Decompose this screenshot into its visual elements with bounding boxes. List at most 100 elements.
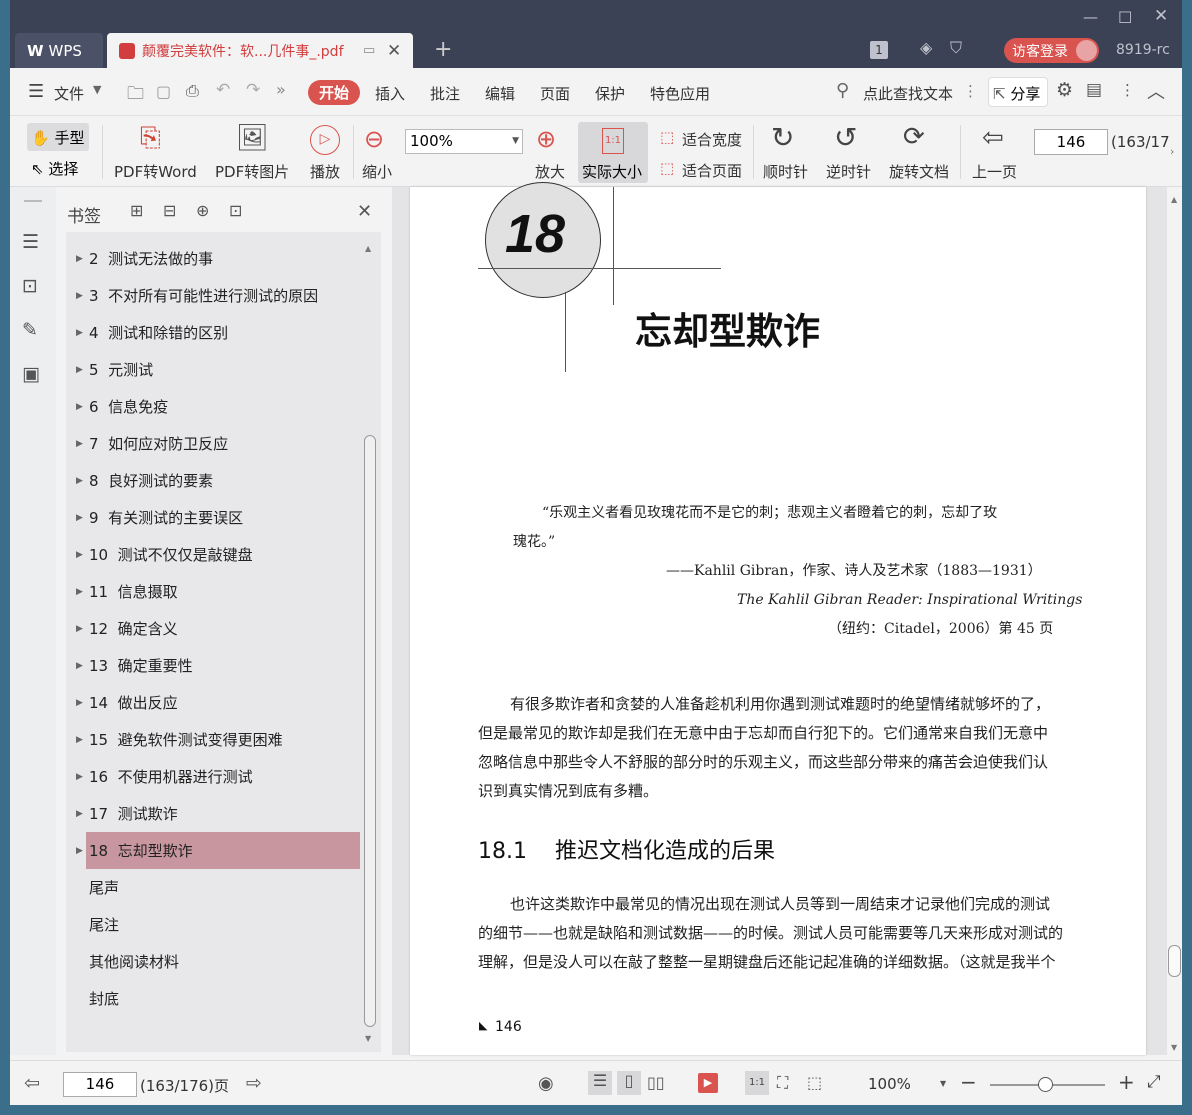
bookmark-item[interactable]: ▶ 13 确定重要性	[66, 647, 360, 684]
bookmark-item[interactable]: ▶ 6 信息免疫	[66, 388, 360, 425]
new-tab-icon[interactable]: +	[434, 37, 452, 62]
redo-icon[interactable]: ↷	[246, 80, 260, 100]
menu-insert[interactable]: 插入	[375, 83, 405, 104]
share-button[interactable]: ⇱ 分享	[988, 77, 1048, 107]
vertical-dots-icon[interactable]: ⋮	[963, 82, 978, 100]
expand-arrow-icon[interactable]: ▶	[76, 661, 83, 671]
expand-arrow-icon[interactable]: ▶	[76, 365, 83, 375]
zoom-out-button[interactable]: 缩小	[362, 161, 392, 182]
rotate-clockwise-button[interactable]: 顺时针	[763, 161, 808, 182]
login-button[interactable]: 访客登录	[1004, 38, 1099, 63]
pdf-to-image-button[interactable]: PDF转图片	[215, 161, 289, 182]
window-count-badge[interactable]: 1	[870, 41, 888, 59]
bookmark-item[interactable]: ▶ 2 测试无法做的事	[66, 240, 360, 277]
scroll-thumb[interactable]	[364, 435, 376, 1027]
bookmark-item[interactable]: ▶ 7 如何应对防卫反应	[66, 425, 360, 462]
bookmark-item[interactable]: ▶ 10 测试不仅仅是敲键盘	[66, 536, 360, 573]
menu-file[interactable]: 文件	[54, 83, 84, 104]
menu-start[interactable]: 开始	[308, 80, 361, 105]
bookmark-item[interactable]: ▶ 5 元测试	[66, 351, 360, 388]
save-icon[interactable]: ▢	[156, 82, 171, 101]
menu-edit[interactable]: 编辑	[485, 83, 515, 104]
expand-arrow-icon[interactable]: ▶	[76, 772, 83, 782]
select-tool-button[interactable]: ⇖ 选择	[31, 158, 78, 179]
expand-arrow-icon[interactable]: ▶	[76, 254, 83, 264]
expand-arrow-icon[interactable]: ▶	[76, 698, 83, 708]
expand-arrow-icon[interactable]: ▶	[76, 846, 83, 856]
actual-size-button[interactable]: 1:1 实际大小	[578, 122, 648, 183]
bookmark-item[interactable]: ▶ 12 确定含义	[66, 610, 360, 647]
bookmark-item[interactable]: ▶ 4 测试和除错的区别	[66, 314, 360, 351]
maximize-icon[interactable]: ☐	[1118, 8, 1132, 27]
bookmark-item[interactable]: ▶ 17 测试欺诈	[66, 795, 360, 832]
search-icon[interactable]: ⚲	[836, 80, 849, 101]
continuous-view-icon[interactable]: ☰	[588, 1071, 612, 1095]
minimize-icon[interactable]: —	[1083, 8, 1098, 26]
scroll-up-icon[interactable]: ▲	[1171, 195, 1177, 204]
expand-arrow-icon[interactable]: ▶	[76, 624, 83, 634]
expand-arrow-icon[interactable]: ▶	[76, 439, 83, 449]
expand-arrow-icon[interactable]: ▶	[76, 291, 83, 301]
bookmark-item[interactable]: ▶ 16 不使用机器进行测试	[66, 758, 360, 795]
menu-special[interactable]: 特色应用	[650, 83, 710, 104]
tab-wps[interactable]: W WPS	[15, 33, 103, 68]
hamburger-icon[interactable]: ☰	[28, 81, 44, 102]
bookmark-options-icon[interactable]: ⊡	[229, 201, 242, 220]
bookmark-item[interactable]: ▶ 11 信息摄取	[66, 573, 360, 610]
zoom-plus-icon[interactable]: +	[1118, 1070, 1135, 1094]
menu-annotate[interactable]: 批注	[430, 83, 460, 104]
expand-arrow-icon[interactable]: ▶	[76, 550, 83, 560]
document-viewport[interactable]: 18 忘却型欺诈 “乐观主义者看见玫瑰花而不是它的刺；悲观主义者瞪着它的刺，忘却…	[392, 182, 1167, 1055]
prev-page-arrow-icon[interactable]: ⇦	[24, 1072, 40, 1094]
thumbnail-icon[interactable]: ⊡	[22, 275, 38, 297]
rotate-document-button[interactable]: 旋转文档	[889, 161, 949, 182]
zoom-minus-icon[interactable]: −	[960, 1070, 977, 1094]
bookmark-item[interactable]: ▶ 18 忘却型欺诈	[76, 832, 360, 869]
expand-arrow-icon[interactable]: ▶	[76, 328, 83, 338]
actual-size-status-icon[interactable]: 1:1	[745, 1071, 769, 1095]
next-page-arrow-icon[interactable]: ⇨	[246, 1072, 262, 1094]
toolbar-scroll-right-icon[interactable]: ›	[1170, 145, 1174, 158]
expand-arrow-icon[interactable]: ▶	[76, 809, 83, 819]
fit-page-status-icon[interactable]: ⛶	[777, 1073, 788, 1093]
scroll-down-icon[interactable]: ▼	[1171, 1043, 1177, 1052]
skin-icon[interactable]: ◈	[920, 38, 932, 57]
bookmark-list-icon[interactable]: ☰	[22, 231, 39, 253]
document-scrollbar[interactable]: ▲ ▼	[1167, 187, 1182, 1055]
undo-icon[interactable]: ↶	[216, 80, 230, 100]
annotation-icon[interactable]: ✎	[22, 319, 38, 341]
expand-arrow-icon[interactable]: ▶	[76, 587, 83, 597]
search-text-button[interactable]: 点此查找文本	[863, 83, 953, 104]
eye-icon[interactable]: ◉	[538, 1073, 554, 1094]
settings-gear-icon[interactable]: ⚙	[1056, 79, 1073, 101]
previous-page-button[interactable]: 上一页	[972, 161, 1017, 182]
zoom-in-button[interactable]: 放大	[535, 161, 565, 182]
bookmark-item[interactable]: ▶ 14 做出反应	[66, 684, 360, 721]
rotate-counterclockwise-button[interactable]: 逆时针	[826, 161, 871, 182]
bookmark-item[interactable]: ▶ 15 避免软件测试变得更困难	[66, 721, 360, 758]
bookmark-item[interactable]: ▶ 8 良好测试的要素	[66, 462, 360, 499]
zoom-select[interactable]: 100% ▼	[405, 129, 523, 154]
zoom-slider[interactable]	[990, 1077, 1105, 1092]
expand-arrow-icon[interactable]: ▶	[76, 476, 83, 486]
status-page-input[interactable]: 146	[63, 1072, 137, 1097]
hand-tool-button[interactable]: ✋ 手型	[27, 123, 89, 151]
shirt-icon[interactable]: ⛉	[950, 38, 962, 58]
scroll-up-icon[interactable]: ▲	[365, 244, 371, 253]
bookmark-item[interactable]: 尾注	[66, 906, 360, 943]
scroll-thumb[interactable]	[1168, 945, 1181, 977]
play-button[interactable]: 播放	[310, 161, 340, 182]
bookmark-item[interactable]: 其他阅读材料	[66, 943, 360, 980]
fit-width-button[interactable]: 适合宽度	[682, 129, 742, 150]
collapse-all-icon[interactable]: ⊟	[163, 201, 176, 220]
fit-page-button[interactable]: 适合页面	[682, 160, 742, 181]
menu-more-icon[interactable]: ⋮	[1120, 81, 1135, 99]
status-zoom-value[interactable]: 100%	[868, 1075, 911, 1093]
bookmark-item[interactable]: ▶ 9 有关测试的主要误区	[66, 499, 360, 536]
image-list-icon[interactable]: ▣	[22, 363, 40, 385]
collapse-ribbon-icon[interactable]: ︿	[1147, 78, 1165, 104]
expand-all-icon[interactable]: ⊞	[130, 201, 143, 220]
menu-protect[interactable]: 保护	[595, 83, 625, 104]
comment-icon[interactable]: ▤	[1086, 80, 1102, 100]
bookmark-item[interactable]: 尾声	[66, 869, 360, 906]
